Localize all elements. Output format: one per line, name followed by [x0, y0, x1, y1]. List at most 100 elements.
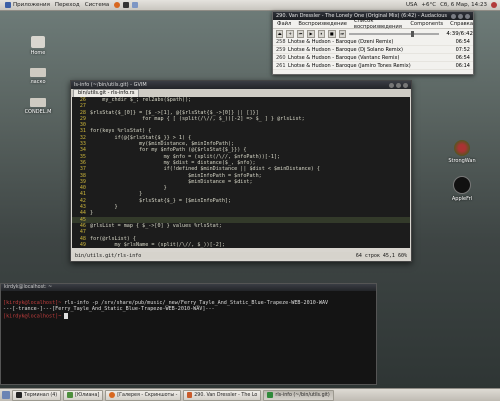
audacious-menubar: Файл Воспроизведение Список воспроизведе…	[273, 18, 473, 30]
task-audacious[interactable]: 290. Van Dressler - The Lo	[183, 389, 262, 401]
terminal-icon[interactable]	[123, 2, 130, 8]
gvim-statusline: bin/utils.git/rls-info 64 строк 45,1 60%	[72, 252, 410, 259]
terminal-titlebar[interactable]: kirdyk@localhost: ~	[1, 284, 376, 291]
keyboard-layout[interactable]: USA	[406, 2, 417, 8]
task-firefox[interactable]: [Галерея - Скриншоты -	[105, 389, 182, 401]
gvim-window: ls-info (~/bin/utils.git) - GVIM bin/uti…	[70, 80, 412, 262]
command-text: rls-info -p /srv/share/pub/music/_new/Fe…	[64, 299, 329, 306]
show-desktop-icon[interactable]	[2, 391, 10, 399]
close-icon[interactable]	[403, 82, 408, 88]
taskbar: Терминал (4) [Юлиана] [Галерея - Скриншо…	[0, 388, 500, 401]
code-text: }	[90, 204, 118, 211]
next-icon[interactable]: ⏭	[338, 29, 346, 38]
desktop-icon-strongwan[interactable]: StrongWan	[445, 140, 479, 164]
desktop-icon-apple[interactable]: AppleFrl	[445, 176, 479, 202]
code-text: for my $nfoPath (@{$rlsStat{$_}}) {	[90, 147, 247, 154]
audacious-icon	[187, 392, 193, 398]
playlist-row[interactable]: 261 Lhotse & Hudson - Baroque (Jamiro Ton…	[273, 62, 473, 70]
applications-menu[interactable]: Приложения	[5, 2, 50, 8]
menu-help[interactable]: Справка	[450, 21, 473, 27]
code-text: }	[90, 210, 94, 217]
clock[interactable]: Сб, 6 Мар, 14:23	[440, 2, 487, 8]
code-text: my $dist = distance($_, $nfo);	[90, 159, 256, 166]
mail-icon[interactable]	[132, 2, 139, 8]
time-display: 4:39/6:42	[446, 30, 473, 37]
code-text: for map { [ (split(/\//, $_))[-2] => $_ …	[90, 115, 305, 122]
terminal-window: kirdyk@localhost: ~ [kirdyk@localhost]~ …	[0, 283, 377, 385]
system-menu[interactable]: Система	[85, 2, 110, 8]
firefox-icon[interactable]	[114, 2, 121, 8]
disc-icon	[454, 140, 470, 156]
code-text: }	[90, 191, 143, 198]
code-text: }	[90, 185, 167, 192]
code-editor[interactable]: 26 my_chdir $_; rel2abs($path)); 27 28 $rls…	[72, 97, 410, 248]
play-icon[interactable]: ▶	[307, 29, 315, 38]
add-icon[interactable]: +	[286, 29, 294, 38]
minimize-icon[interactable]	[389, 82, 394, 88]
menu-playlist[interactable]: Список воспроизведения	[354, 18, 403, 30]
task-gvim[interactable]: rls-info (~/bin/utils.git)	[263, 389, 334, 401]
code-text: for(keys %rlsStat) {	[90, 128, 152, 135]
code-text: if(@{$rlsStat{$_}} > 1) {	[90, 134, 192, 141]
maximize-icon[interactable]	[396, 82, 401, 88]
chat-icon	[67, 392, 74, 398]
output-line: ---[-trance-]---[Ferry_Tayle_And_Static_…	[3, 306, 215, 312]
code-text: $rlsStat{$_} = [$minInfoPath];	[90, 197, 232, 204]
home-folder-icon	[31, 36, 45, 48]
code-text: $minInfoPath = $nfoPath;	[90, 172, 262, 179]
firefox-icon	[109, 392, 116, 398]
playlist-row[interactable]: 259 Lhotse & Hudson - Baroque (Dj Solano …	[273, 46, 473, 54]
audacious-controls: ⏏ + ⏮ ▶ ⏸ ■ ⏭ 4:39/6:42	[273, 29, 473, 38]
code-text: $rlsStat{$_[0]} = [$_->[1], @{$rlsStat{$…	[90, 109, 259, 116]
code-text: $minDistance = $dist;	[90, 178, 253, 185]
top-panel: Приложения Переход Система USA +6°C Сб, …	[0, 0, 500, 11]
status-filename: bin/utils.git/rls-info	[75, 252, 142, 259]
task-terminal[interactable]: Терминал (4)	[12, 389, 62, 401]
menu-file[interactable]: Файл	[277, 21, 291, 27]
places-menu[interactable]: Переход	[55, 2, 80, 8]
menu-components[interactable]: Components	[410, 21, 443, 27]
status-position: 64 строк 45,1 60%	[355, 252, 407, 259]
desktop-icon-drive-2[interactable]: CONDEL.M	[21, 98, 55, 115]
cursor	[64, 312, 69, 319]
desktop-icon-drive[interactable]: ласко	[21, 68, 55, 85]
gvim-tab[interactable]: bin/utils.git - rls-info.rs	[73, 89, 140, 97]
vim-icon	[267, 392, 274, 398]
playlist-row[interactable]: 260 Lhotse & Hudson - Baroque (Vantanc Re…	[273, 54, 473, 62]
desktop-icon-home[interactable]: Home	[21, 36, 55, 56]
code-text: my $nfo = (split(/\//, $nfoPath))[-1];	[90, 153, 281, 160]
code-text: my($minDistance, $minInfoPath);	[90, 141, 235, 148]
terminal-icon	[16, 392, 22, 398]
code-text: my_chdir $_; rel2abs($path));	[90, 97, 192, 103]
task-chat[interactable]: [Юлиана]	[63, 389, 104, 401]
gvim-titlebar[interactable]: ls-info (~/bin/utils.git) - GVIM	[71, 81, 411, 89]
maximize-icon[interactable]	[458, 13, 463, 19]
launchers	[114, 2, 139, 8]
code-text: my $rlsName = (split(/\//, $_))[-2];	[90, 241, 225, 248]
close-icon[interactable]	[465, 13, 470, 19]
terminal-output[interactable]: [kirdyk@localhost]~ rls-info -p /srv/sha…	[1, 291, 376, 322]
menu-playback[interactable]: Воспроизведение	[298, 21, 347, 27]
line-number: 49	[79, 241, 86, 248]
code-text: for(@rlsList) {	[90, 235, 137, 242]
playlist: 258 Lhotse & Hudson - Baroque (Dzeni Remi…	[273, 38, 473, 70]
code-text: @rlsList = map { $_->[0] } values %rlsSt…	[90, 222, 222, 229]
code-line: 49 my $rlsName = (split(/\//, $_))[-2];	[72, 242, 410, 248]
prompt: [kirdyk@localhost]~	[3, 299, 65, 306]
stop-icon[interactable]: ■	[328, 29, 336, 38]
power-icon[interactable]	[491, 2, 497, 8]
gnome-foot-icon	[5, 2, 11, 8]
audacious-window: 290. Van Dressler - The Lonely One (Orig…	[272, 11, 474, 75]
gvim-title: ls-info (~/bin/utils.git) - GVIM	[74, 82, 147, 88]
drive-icon	[30, 98, 46, 107]
weather-temp[interactable]: +6°C	[421, 2, 436, 8]
playlist-row[interactable]: 258 Lhotse & Hudson - Baroque (Dzeni Remi…	[273, 38, 473, 46]
drive-icon	[30, 68, 46, 77]
pause-icon[interactable]: ⏸	[317, 29, 326, 38]
open-icon[interactable]: ⏏	[276, 29, 284, 38]
code-text: if(!defined $minDistance || $dist < $min…	[90, 166, 321, 173]
minimize-icon[interactable]	[451, 13, 456, 19]
prev-icon[interactable]: ⏮	[296, 29, 305, 38]
prompt: [kirdyk@localhost]~	[3, 313, 65, 319]
seek-bar[interactable]	[348, 30, 440, 37]
